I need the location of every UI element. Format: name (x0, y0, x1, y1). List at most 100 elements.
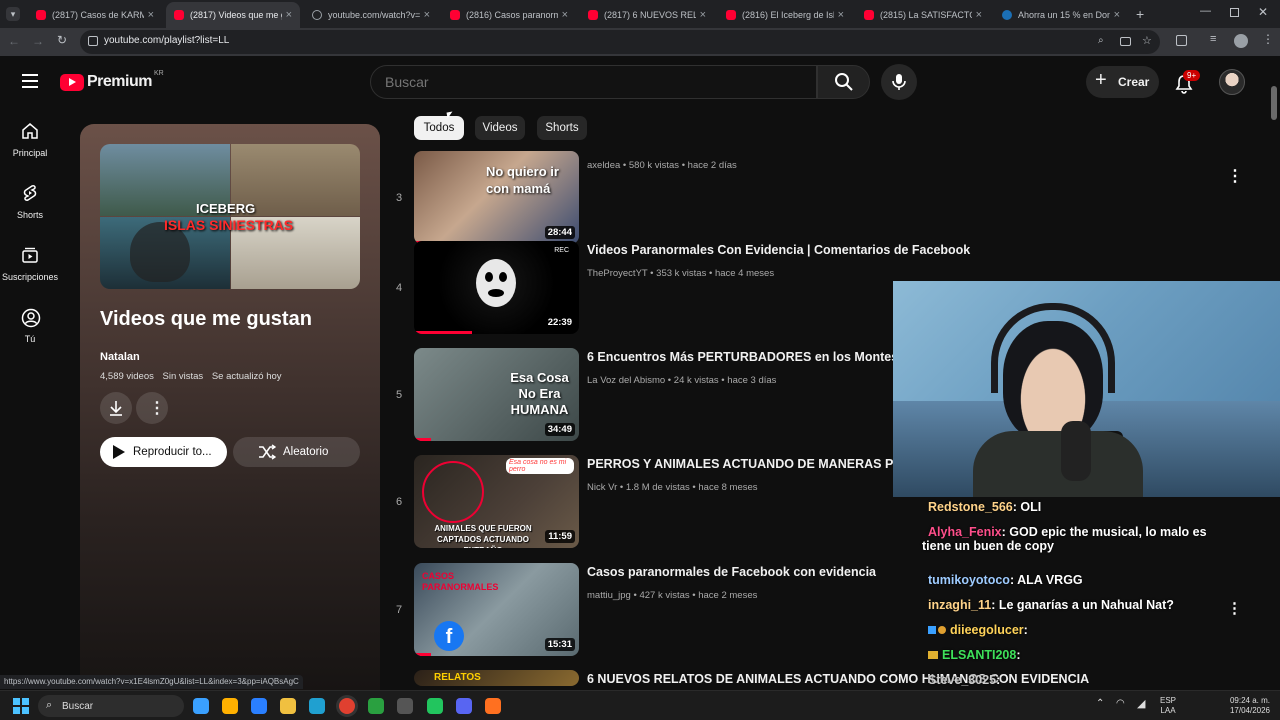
browser-tab[interactable]: (2816) El Iceberg de Islas × (718, 2, 852, 28)
sidebar-item-principal[interactable]: Principal (0, 118, 60, 168)
video-title[interactable]: Casos paranormales de Facebook con evide… (587, 565, 876, 579)
chip-videos[interactable]: Videos (475, 116, 525, 140)
sidebar-item-tú[interactable]: Tú (0, 304, 60, 354)
capcut-icon[interactable] (427, 698, 443, 714)
zoom-icon[interactable]: ⌕ (1098, 35, 1104, 46)
view-count: 24 k vistas (673, 375, 719, 386)
video-thumbnail[interactable]: Esa Cosa No Era HUMANA 34:49 (414, 348, 579, 441)
channel-name[interactable]: La Voz del Abismo (587, 375, 665, 386)
more-options-button[interactable]: ⋮ (136, 392, 168, 424)
firefox-icon[interactable] (485, 698, 501, 714)
xbox-icon[interactable] (368, 698, 384, 714)
scrollbar[interactable] (1271, 86, 1277, 120)
clock[interactable]: 09:24 a. m. 17/04/2026 (1222, 696, 1270, 716)
wifi-icon[interactable]: ◠ (1116, 698, 1125, 709)
chat-more-icon[interactable]: ⋮ (1227, 599, 1242, 617)
extensions-icon[interactable] (1176, 35, 1187, 46)
hamburger-menu-icon[interactable] (22, 74, 38, 88)
voice-search-button[interactable] (881, 64, 917, 100)
download-button[interactable] (100, 392, 132, 424)
chrome-icon[interactable] (339, 698, 355, 714)
bookmark-star-icon[interactable]: ☆ (1142, 34, 1152, 47)
chat-username[interactable]: ELSANTI208 (942, 648, 1016, 662)
obs-icon[interactable] (397, 698, 413, 714)
widgets-icon[interactable] (222, 698, 238, 714)
cast-icon[interactable] (1120, 37, 1131, 46)
tray-overflow-icon[interactable]: ⌃ (1096, 698, 1104, 709)
close-window-button[interactable]: ✕ (1258, 5, 1268, 19)
file-explorer-icon[interactable] (280, 698, 296, 714)
language-indicator[interactable]: ESP LAA (1160, 696, 1176, 716)
profile-icon[interactable] (1234, 34, 1248, 48)
sidebar-item-shorts[interactable]: Shorts (0, 180, 60, 230)
close-tab-icon[interactable]: × (976, 9, 982, 21)
maximize-button[interactable] (1230, 8, 1239, 17)
store-icon[interactable] (251, 698, 267, 714)
taskbar-search[interactable]: ⌕ Buscar (38, 695, 184, 717)
close-tab-icon[interactable]: × (286, 9, 292, 21)
video-more-options-icon[interactable]: ⋮ (1227, 166, 1243, 186)
shuffle-button[interactable]: Aleatorio (233, 437, 360, 467)
tab-search-button[interactable]: ▾ (6, 7, 20, 21)
search-box[interactable] (370, 65, 817, 99)
play-all-button[interactable]: Reproducir to... (100, 437, 227, 467)
address-bar[interactable]: youtube.com/playlist?list=LL ⌕ ☆ (80, 30, 1160, 54)
discord-icon[interactable] (456, 698, 472, 714)
browser-tab[interactable]: (2817) 6 NUEVOS RELATO × (580, 2, 714, 28)
create-button[interactable]: + Crear (1086, 66, 1159, 98)
avatar[interactable] (1219, 69, 1245, 95)
channel-name[interactable]: Nick Vr (587, 482, 617, 493)
search-button[interactable] (817, 65, 870, 99)
video-title[interactable]: PERROS Y ANIMALES ACTUANDO DE MANERAS PE (587, 457, 902, 471)
chat-username[interactable]: Steve_3025 (928, 673, 996, 687)
site-info-icon[interactable] (88, 36, 98, 46)
video-thumbnail[interactable]: Esa cosa no es mi perro ANIMALES QUE FUER… (414, 455, 579, 548)
close-tab-icon[interactable]: × (838, 9, 844, 21)
volume-icon[interactable]: ◢ (1137, 697, 1145, 710)
back-icon[interactable]: ← (8, 34, 20, 48)
chat-username[interactable]: tumikoyotoco (928, 573, 1010, 587)
forward-icon[interactable]: → (32, 34, 44, 48)
browser-tab[interactable]: youtube.com/watch?v=rK × (304, 2, 438, 28)
chat-username[interactable]: Alyha_Fenix (928, 525, 1002, 539)
close-tab-icon[interactable]: × (148, 9, 154, 21)
reading-list-icon[interactable]: ≡ (1210, 33, 1216, 45)
reload-icon[interactable]: ↻ (57, 33, 67, 47)
close-tab-icon[interactable]: × (562, 9, 568, 21)
search-input[interactable] (385, 74, 785, 90)
video-thumbnail[interactable]: CASOS PARANORMALES f 15:31 (414, 563, 579, 656)
chat-username[interactable]: inzaghi_11 (928, 598, 991, 612)
browser-tab[interactable]: (2817) Casos de KARMA × (28, 2, 162, 28)
windows-start-icon[interactable] (13, 698, 29, 714)
youtube-logo[interactable]: Premium KR (60, 70, 164, 91)
chrome-menu-icon[interactable]: ⋮ (1262, 32, 1274, 46)
browser-tab[interactable]: (2816) Casos paranormale × (442, 2, 576, 28)
channel-name[interactable]: TheProyectYT (587, 268, 648, 279)
browser-tab[interactable]: Ahorra un 15 % en Don't × (994, 2, 1128, 28)
chip-shorts[interactable]: Shorts (537, 116, 587, 140)
video-thumbnail[interactable]: REC 22:39 (414, 241, 579, 334)
edge-icon[interactable] (309, 698, 325, 714)
chip-todos[interactable]: Todos (414, 116, 464, 140)
copilot-icon[interactable] (193, 698, 209, 714)
video-title[interactable]: 6 Encuentros Más PERTURBADORES en los Mo… (587, 350, 898, 364)
notifications-button[interactable]: 9+ (1172, 70, 1201, 94)
chat-username[interactable]: Redstone_566 (928, 500, 1013, 514)
video-title[interactable]: Videos Paranormales Con Evidencia | Come… (587, 243, 970, 257)
close-tab-icon[interactable]: × (1114, 9, 1120, 21)
minimize-button[interactable]: — (1200, 5, 1211, 17)
new-tab-button[interactable]: + (1136, 6, 1144, 22)
video-thumbnail[interactable]: No quiero ir con mamá 28:44 (414, 151, 579, 244)
browser-tab[interactable]: (2817) Videos que me gu × (166, 2, 300, 28)
rec-indicator: REC (554, 247, 569, 254)
video-thumbnail[interactable]: RELATOS (414, 670, 579, 686)
chat-username[interactable]: diieegolucer (950, 623, 1024, 637)
channel-name[interactable]: mattiu_jpg (587, 590, 631, 601)
browser-tab[interactable]: (2815) La SATISFACTORIA × (856, 2, 990, 28)
close-tab-icon[interactable]: × (424, 9, 430, 21)
playlist-owner[interactable]: Natalan (100, 351, 140, 363)
channel-name[interactable]: axeldea (587, 160, 620, 171)
playlist-thumbnail[interactable]: ICEBERG ISLAS SINIESTRAS (100, 144, 360, 289)
sidebar-item-suscripciones[interactable]: Suscripciones (0, 242, 60, 292)
close-tab-icon[interactable]: × (700, 9, 706, 21)
